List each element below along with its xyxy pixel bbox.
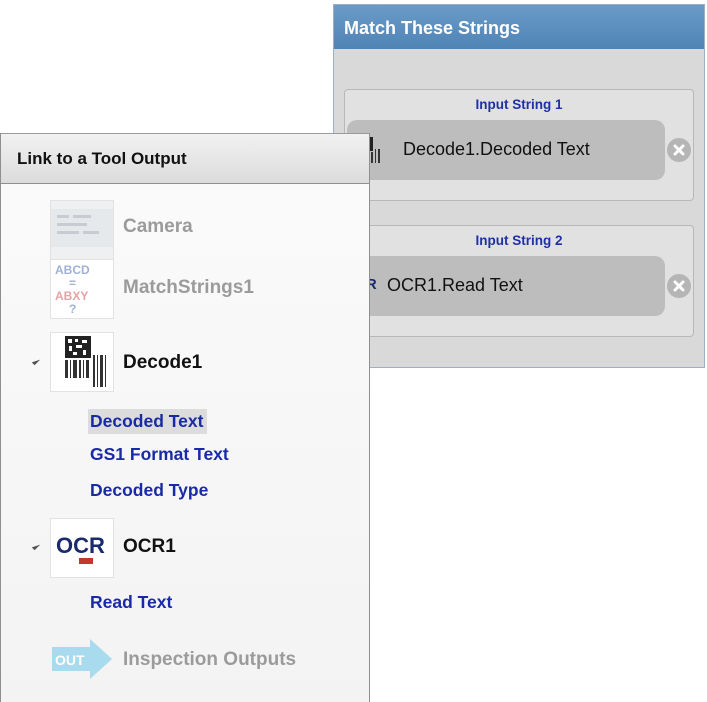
input-string-2-chip[interactable]: CR OCR1.Read Text [347,256,691,316]
close-icon [673,280,685,292]
out-icon-text: OUT [55,652,85,668]
output-read-text[interactable]: Read Text [90,592,172,613]
tree-label-inspection-outputs: Inspection Outputs [123,649,297,670]
barcode-icon [50,332,114,392]
tree-item-inspection-outputs: OUT Inspection Outputs [1,629,369,689]
output-gs1-format-text[interactable]: GS1 Format Text [90,444,229,465]
match-strings-panel: Match These Strings Input String 1 Decod… [333,4,705,368]
tree-item-camera: Camera [1,200,369,260]
match-strings-icon: ABCD = ABXY ? [50,259,114,319]
expand-arrow-icon[interactable] [31,356,41,366]
clear-input-2-button[interactable] [667,274,691,298]
output-decoded-type[interactable]: Decoded Type [90,480,208,501]
tree-label-camera: Camera [123,216,193,237]
input-string-1-value: Decode1.Decoded Text [403,139,590,159]
match-icon-top: ABCD [55,263,90,277]
input-string-1-chip[interactable]: Decode1.Decoded Text [347,120,691,180]
tree-item-matchstrings1: ABCD = ABXY ? MatchStrings1 [1,259,369,319]
tree-label-matchstrings1: MatchStrings1 [123,277,254,298]
tree-label-decode1: Decode1 [123,352,203,373]
match-icon-question: ? [69,302,76,316]
link-tool-output-title: Link to a Tool Output [1,133,369,184]
link-tool-output-panel: Link to a Tool Output Camera ABCD = ABXY… [0,133,370,702]
input-string-1-label: Input String 1 [475,97,563,112]
input-string-2-value: OCR1.Read Text [387,275,523,295]
tree-item-decode1[interactable]: Decode1 [1,332,369,392]
tree-item-ocr1[interactable]: OCR OCR1 [1,518,369,578]
input-string-1-group: Input String 1 Decode1.Decoded Text [344,89,694,201]
match-icon-bottom: ABXY [55,289,88,303]
match-icon-equals: = [69,276,76,290]
input-string-2-group: Input String 2 CR OCR1.Read Text [344,225,694,337]
close-icon [673,144,685,156]
ocr-icon: OCR [50,518,114,578]
clear-input-1-button[interactable] [667,138,691,162]
expand-arrow-icon[interactable] [31,541,41,551]
output-decoded-text[interactable]: Decoded Text [88,409,208,434]
tree-label-ocr1: OCR1 [123,536,176,557]
camera-image-icon [50,200,114,260]
input-string-2-label: Input String 2 [475,233,563,248]
ocr-thumb-text: OCR [56,533,105,558]
out-arrow-icon: OUT [50,639,120,679]
match-strings-title: Match These Strings [334,5,704,49]
